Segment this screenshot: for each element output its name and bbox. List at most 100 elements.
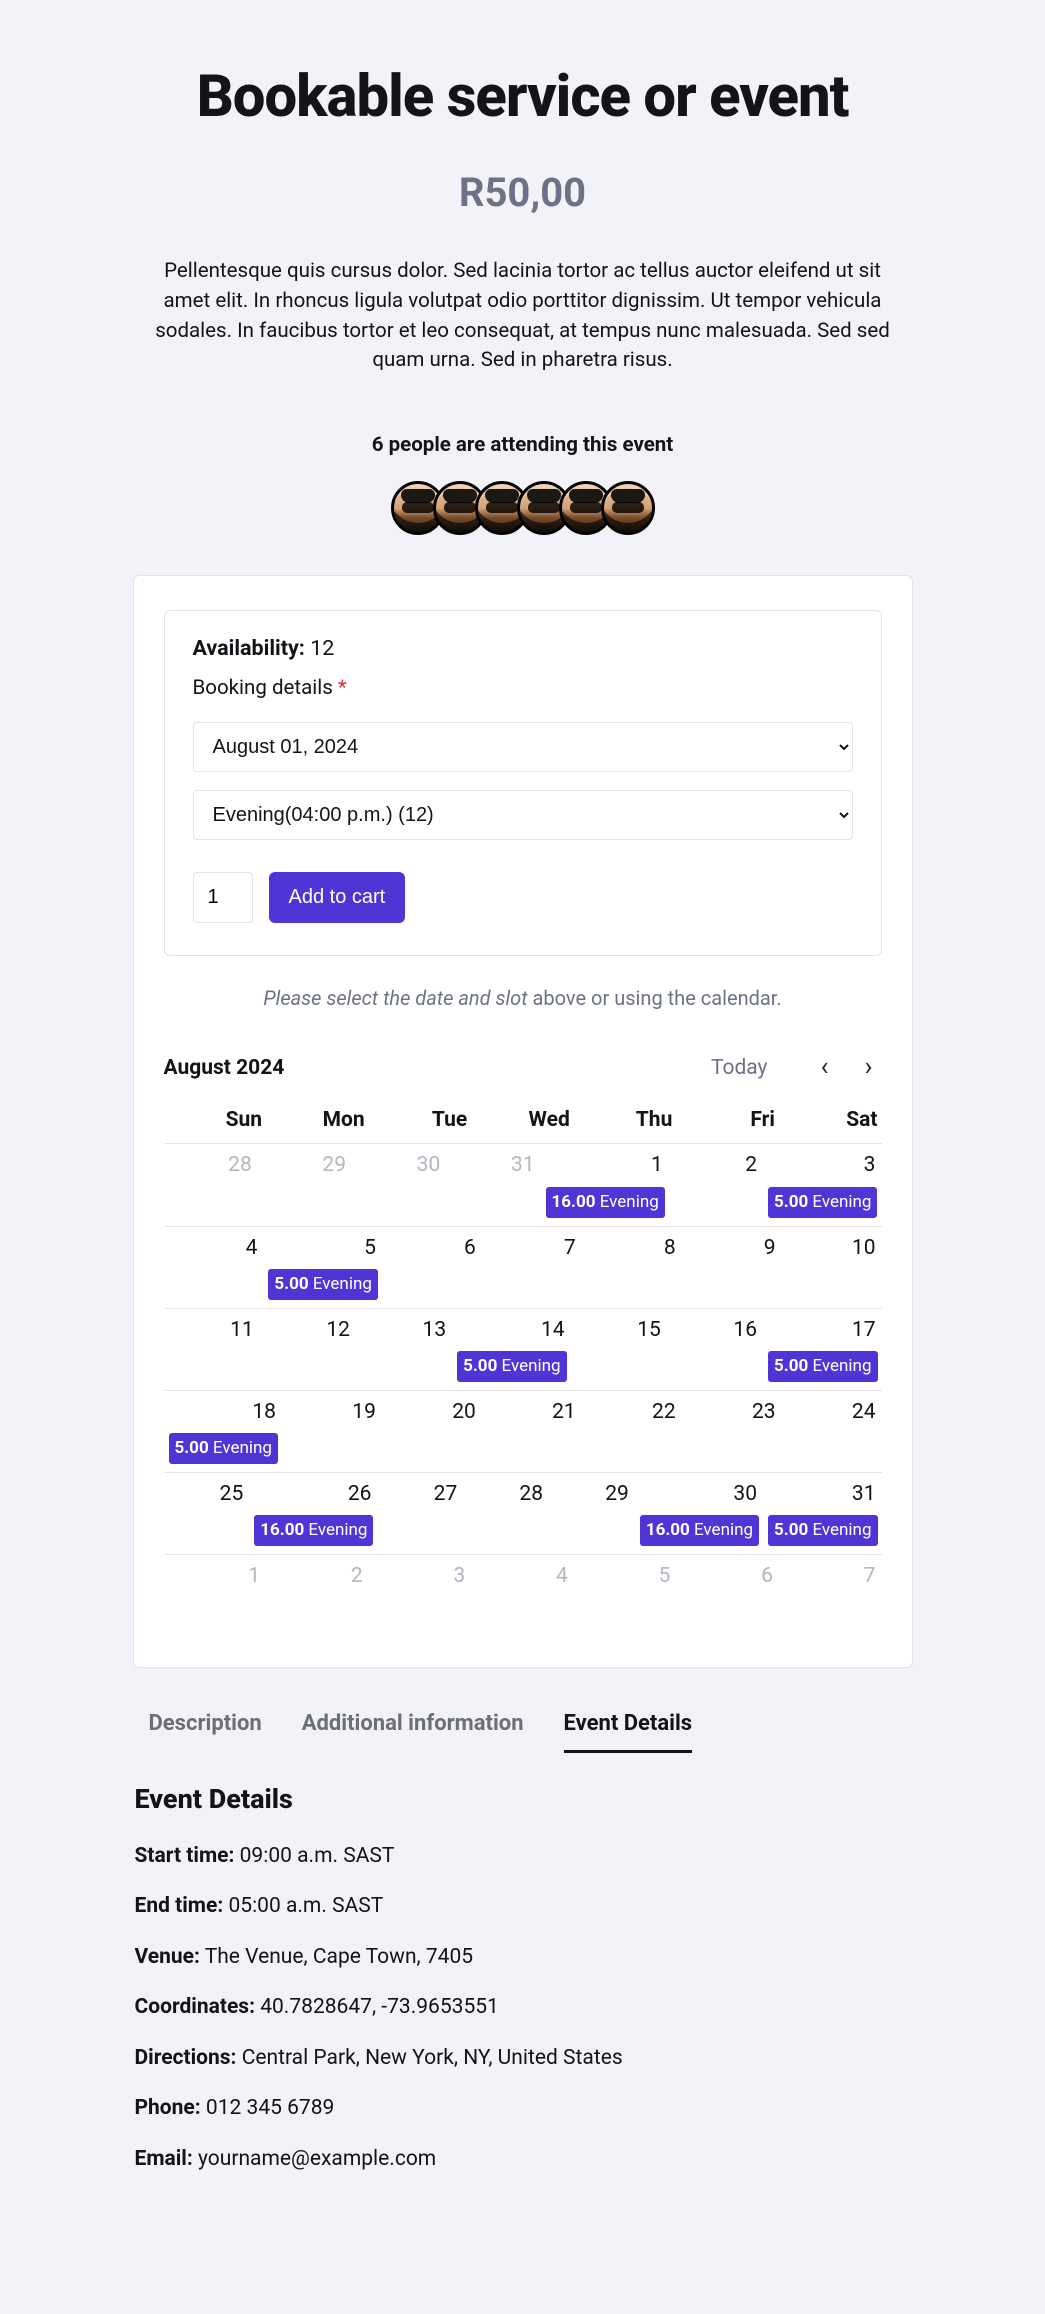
calendar-dow: Wed	[471, 1105, 574, 1135]
calendar-day[interactable]: 175.00 Evening	[763, 1309, 881, 1390]
calendar-day-number: 12	[265, 1315, 352, 1345]
calendar-day[interactable]: 20	[382, 1391, 482, 1472]
calendar-day[interactable]: 27	[377, 1473, 463, 1554]
calendar-event[interactable]: 5.00 Evening	[768, 1187, 877, 1218]
calendar-day[interactable]: 31 5.00 Evening	[763, 1473, 881, 1554]
calendar-dow-row: SunMonTueWedThuFriSat	[164, 1105, 882, 1144]
calendar-day: 30	[352, 1144, 446, 1225]
calendar-day[interactable]: 12	[260, 1309, 356, 1390]
directions-value: Central Park, New York, NY, United State…	[236, 2046, 622, 2070]
calendar-day-number: 7	[487, 1233, 578, 1263]
calendar-header: August 2024 Today ‹ ›	[164, 1053, 882, 1083]
booking-details-label: Booking details *	[193, 674, 853, 704]
calendar-event[interactable]: 16.00 Evening	[640, 1515, 759, 1546]
calendar-event[interactable]: 5.00 Evening	[768, 1351, 877, 1382]
calendar-day[interactable]: 15	[571, 1309, 667, 1390]
event-details-heading: Event Details	[135, 1780, 911, 1819]
calendar-day[interactable]: 26 16.00 Evening	[249, 1473, 377, 1554]
calendar-event[interactable]: 5.00 Evening	[268, 1269, 377, 1300]
slot-select[interactable]: Evening(04:00 p.m.) (12)	[193, 790, 853, 840]
phone-value: 012 345 6789	[201, 2096, 335, 2120]
email-value: yourname@example.com	[193, 2147, 436, 2171]
calendar-day[interactable]: 8	[582, 1227, 682, 1308]
start-time-value: 09:00 a.m. SAST	[234, 1844, 394, 1868]
calendar-day: 29	[258, 1144, 352, 1225]
calendar-day[interactable]: 24	[782, 1391, 882, 1472]
booking-card: Availability: 12 Booking details * Augus…	[133, 575, 913, 1668]
calendar-dow: Mon	[266, 1105, 369, 1135]
calendar-today-button[interactable]: Today	[711, 1053, 768, 1083]
calendar-week: 1234567	[164, 1555, 882, 1637]
calendar-day[interactable]: 6	[382, 1227, 482, 1308]
calendar-event[interactable]: 5.00 Evening	[169, 1433, 278, 1464]
calendar-day-number: 26	[254, 1479, 373, 1509]
chevron-right-icon: ›	[865, 1049, 873, 1087]
calendar-day[interactable]: 10	[782, 1227, 882, 1308]
calendar-day-number: 1	[546, 1150, 665, 1180]
phone-label: Phone:	[135, 2096, 201, 2120]
calendar-next-button[interactable]: ›	[856, 1055, 882, 1081]
start-time-label: Start time:	[135, 1844, 235, 1868]
calendar-day[interactable]: 4	[164, 1227, 264, 1308]
calendar-day: 5	[574, 1555, 677, 1637]
calendar-day[interactable]: 22	[582, 1391, 682, 1472]
calendar-day: 7	[779, 1555, 882, 1637]
calendar-day[interactable]: 30 16.00 Evening	[635, 1473, 763, 1554]
tab-additional-information[interactable]: Additional information	[302, 1708, 524, 1752]
calendar-prev-button[interactable]: ‹	[812, 1055, 838, 1081]
tab-description[interactable]: Description	[149, 1708, 262, 1752]
calendar-day-number: 21	[487, 1397, 578, 1427]
email-label: Email:	[135, 2147, 193, 2171]
calendar-day[interactable]: 25	[164, 1473, 250, 1554]
calendar-day-number: 31	[768, 1479, 877, 1509]
tab-event-details[interactable]: Event Details	[564, 1708, 693, 1753]
calendar-dow: Tue	[369, 1105, 472, 1135]
calendar-event[interactable]: 5.00 Evening	[457, 1351, 566, 1382]
calendar-day-number: 5	[579, 1561, 673, 1591]
calendar-day[interactable]: 29	[549, 1473, 635, 1554]
calendar-week: 252616.00 Evening2728293016.00 Evening31…	[164, 1473, 882, 1555]
calendar-grid: 28293031116.00 Evening235.00 Evening455.…	[164, 1144, 882, 1636]
attendee-avatar	[601, 481, 655, 535]
calendar-day-number: 7	[784, 1561, 878, 1591]
calendar-day-number: 4	[169, 1233, 260, 1263]
calendar-event[interactable]: 16.00 Evening	[546, 1187, 665, 1218]
add-to-cart-button[interactable]: Add to cart	[269, 872, 406, 923]
price: R50,00	[133, 164, 913, 222]
calendar-day-number: 9	[687, 1233, 778, 1263]
calendar-day[interactable]: 13	[356, 1309, 452, 1390]
calendar-day[interactable]: 185.00 Evening	[164, 1391, 282, 1472]
calendar-day[interactable]: 28	[463, 1473, 549, 1554]
calendar-day-number: 20	[387, 1397, 478, 1427]
calendar-day-number: 30	[640, 1479, 759, 1509]
date-select[interactable]: August 01, 2024	[193, 722, 853, 772]
calendar-day[interactable]: 1 16.00 Evening	[541, 1144, 669, 1225]
calendar-dow: Thu	[574, 1105, 677, 1135]
calendar-day-number: 8	[587, 1233, 678, 1263]
calendar-day[interactable]: 55.00 Evening	[263, 1227, 381, 1308]
calendar-day[interactable]: 19	[282, 1391, 382, 1472]
calendar-day-number: 27	[382, 1479, 459, 1509]
calendar-day-number: 29	[554, 1479, 631, 1509]
calendar-day: 28	[164, 1144, 258, 1225]
calendar-day[interactable]: 35.00 Evening	[763, 1144, 881, 1225]
calendar-day[interactable]: 9	[682, 1227, 782, 1308]
calendar-event[interactable]: 16.00 Evening	[254, 1515, 373, 1546]
quantity-input[interactable]	[193, 872, 253, 923]
calendar-month-label: August 2024	[164, 1053, 285, 1083]
tab-row: Description Additional information Event…	[133, 1708, 913, 1752]
calendar-event[interactable]: 5.00 Evening	[768, 1515, 877, 1546]
required-asterisk: *	[338, 676, 347, 700]
calendar-day[interactable]: 16	[667, 1309, 763, 1390]
calendar-dow: Sun	[164, 1105, 267, 1135]
venue-value: The Venue, Cape Town, 7405	[200, 1945, 473, 1969]
calendar-dow: Sat	[779, 1105, 882, 1135]
calendar-day[interactable]: 23	[682, 1391, 782, 1472]
calendar-day[interactable]: 11	[164, 1309, 260, 1390]
calendar-day[interactable]: 7	[482, 1227, 582, 1308]
calendar-day[interactable]: 145.00 Evening	[452, 1309, 570, 1390]
calendar-day[interactable]: 21	[482, 1391, 582, 1472]
availability-value: 12	[310, 636, 334, 661]
calendar-day[interactable]: 2	[669, 1144, 763, 1225]
calendar-day: 6	[676, 1555, 779, 1637]
